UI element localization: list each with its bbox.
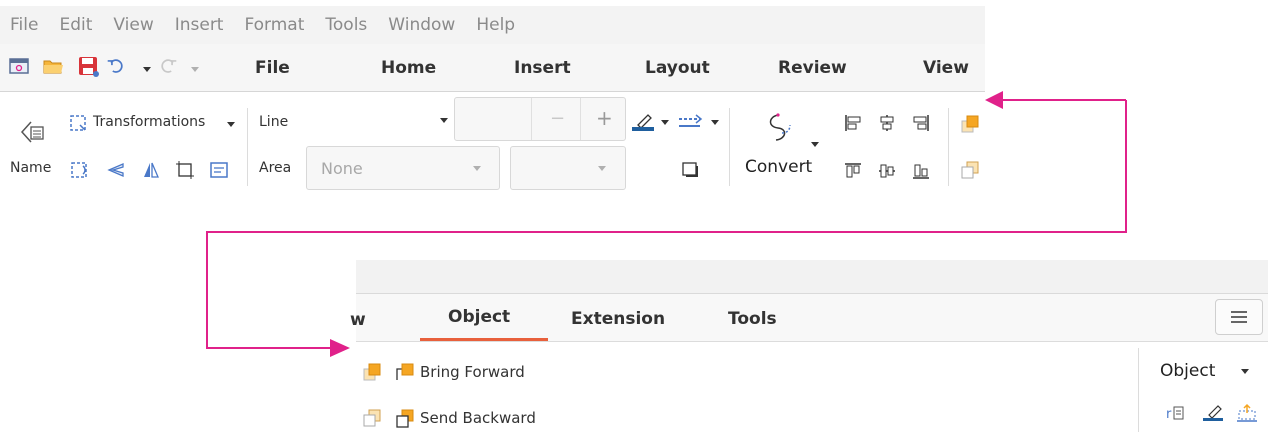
connector-arrows (206, 91, 1127, 357)
arrow-head-top (985, 91, 1003, 109)
arrow-head-bottom (330, 339, 350, 357)
